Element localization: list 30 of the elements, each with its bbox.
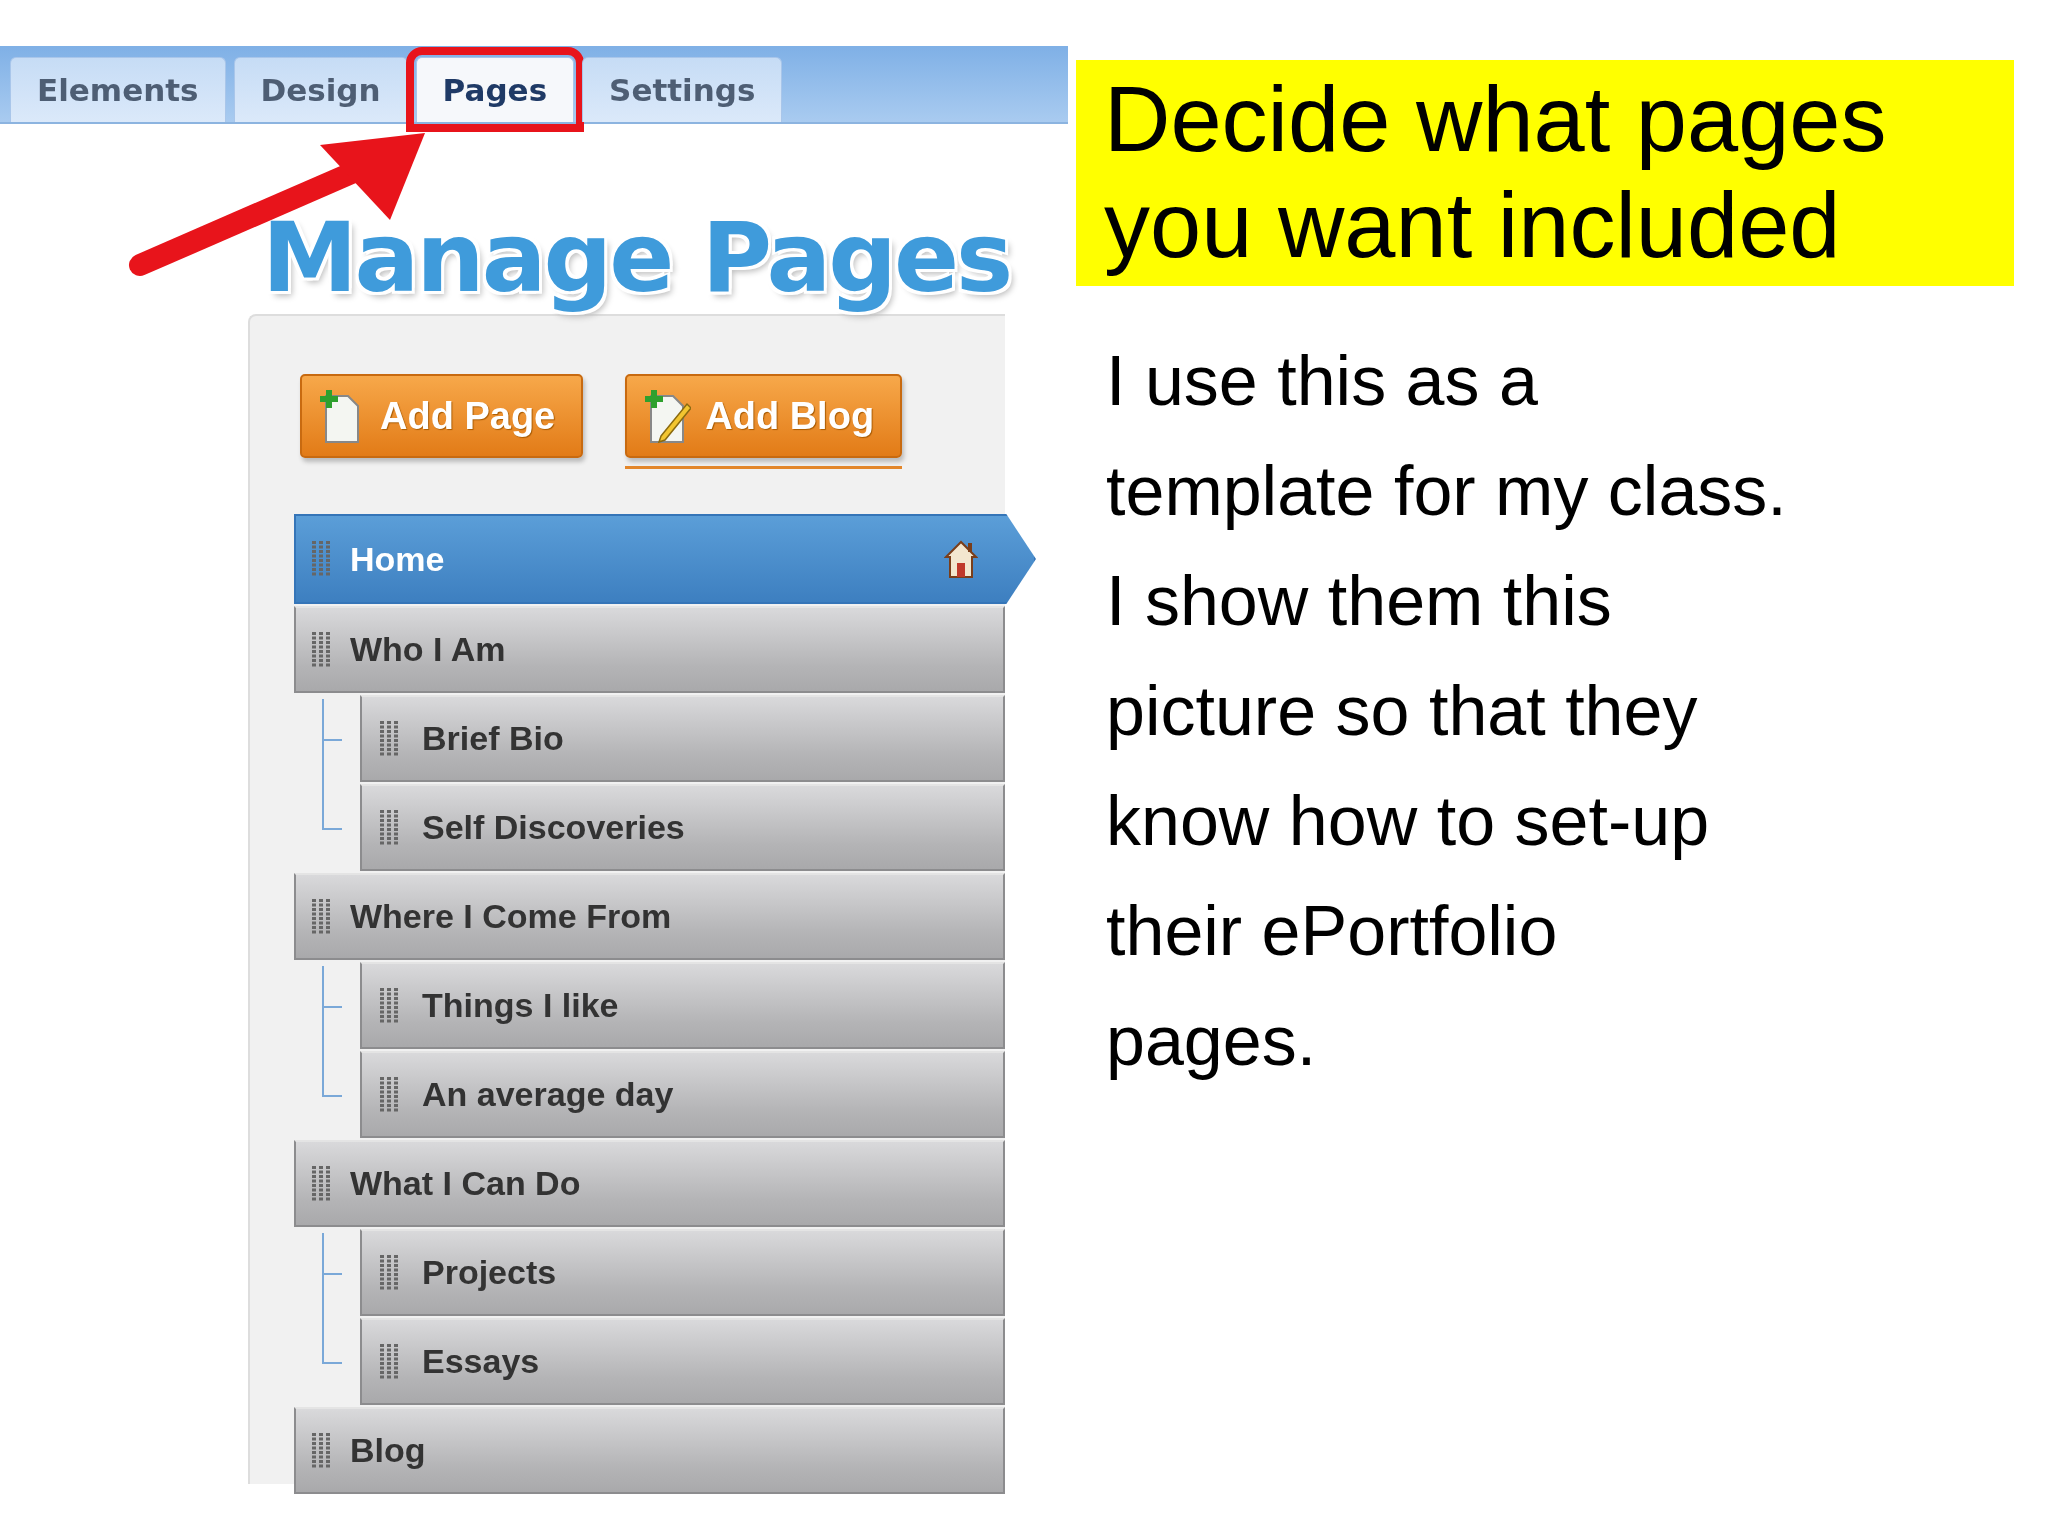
page-heading: Manage Pages xyxy=(262,202,1012,314)
page-item[interactable]: What I Can Do xyxy=(294,1140,1005,1227)
page-item[interactable]: Projects xyxy=(360,1229,1005,1316)
page-item[interactable]: Blog xyxy=(294,1407,1005,1494)
drag-handle-icon[interactable] xyxy=(312,898,332,935)
page-item[interactable]: Home xyxy=(294,514,1036,604)
drag-handle-icon[interactable] xyxy=(380,809,400,846)
drag-handle-icon[interactable] xyxy=(312,1165,332,1202)
page-item[interactable]: An average day xyxy=(360,1051,1005,1138)
drag-handle-icon[interactable] xyxy=(380,720,400,757)
drag-handle-icon[interactable] xyxy=(380,1076,400,1113)
slide-text: I use this as a template for my class. I show them this picture so that they know how to set-up their ePortfolio pages. xyxy=(1106,341,1788,1082)
drag-handle-icon[interactable] xyxy=(380,1343,400,1380)
tab[interactable]: Elements xyxy=(10,57,226,122)
tab[interactable]: Design xyxy=(233,57,408,122)
tab[interactable]: Settings xyxy=(582,57,783,122)
drag-handle-icon[interactable] xyxy=(312,631,332,668)
slide-heading: Decide what pages you want included xyxy=(1076,60,2014,286)
page-item[interactable]: Brief Bio xyxy=(360,695,1005,782)
page-item[interactable]: Self Discoveries xyxy=(360,784,1005,871)
drag-handle-icon[interactable] xyxy=(380,987,400,1024)
drag-handle-icon[interactable] xyxy=(380,1254,400,1291)
page-item[interactable]: Where I Come From xyxy=(294,873,1005,960)
document-pencil-icon xyxy=(643,388,692,444)
house-icon xyxy=(944,539,978,579)
drag-handle-icon[interactable] xyxy=(312,1432,332,1469)
drag-handle-icon[interactable] xyxy=(312,541,332,577)
page-item[interactable]: Essays xyxy=(360,1318,1005,1405)
page-item[interactable]: Things I like xyxy=(360,962,1005,1049)
page-item[interactable]: Who I Am xyxy=(294,606,1005,693)
